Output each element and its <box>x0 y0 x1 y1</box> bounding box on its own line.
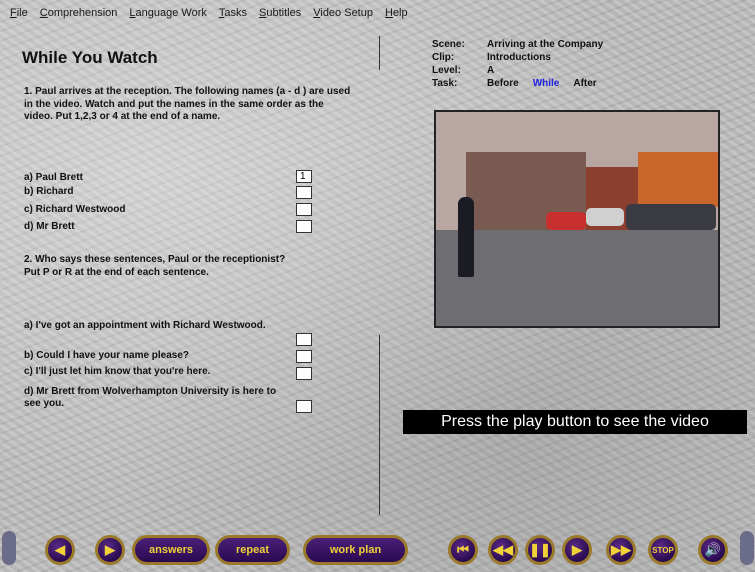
question-2-text: 2. Who says these sentences, Paul or the… <box>24 254 286 278</box>
task-while[interactable]: While <box>533 77 560 90</box>
video-scene-person <box>458 197 474 277</box>
arrow-left-icon[interactable]: ◀ <box>45 535 75 565</box>
q1-item-a: a) Paul Brett <box>24 172 83 183</box>
video-scene-container <box>638 152 718 207</box>
stop-icon[interactable]: STOP <box>648 535 678 565</box>
video-scene-car <box>626 204 716 230</box>
q1-answer-a[interactable]: 1 <box>296 170 312 183</box>
scene-label: Scene: <box>432 39 465 50</box>
q2-answer-d[interactable] <box>296 400 312 413</box>
q1-answer-c[interactable] <box>296 203 312 216</box>
clip-value: Introductions <box>487 52 551 63</box>
q1-answer-b[interactable] <box>296 186 312 199</box>
menu-tasks[interactable]: Tasks <box>219 7 247 19</box>
level-label: Level: <box>432 65 461 76</box>
q1-answer-d[interactable] <box>296 220 312 233</box>
arrow-right-icon[interactable]: ▶ <box>95 535 125 565</box>
q2-item-c: c) I'll just let him know that you're he… <box>24 366 211 377</box>
toolbar: ◀ ▶ answers repeat work plan ⏮ ◀◀ ❚❚ ▶ ▶… <box>0 525 755 572</box>
q1-item-c: c) Richard Westwood <box>24 204 126 215</box>
menu-subtitles[interactable]: Subtitles <box>259 7 301 19</box>
q2-answer-a[interactable] <box>296 333 312 346</box>
scene-value: Arriving at the Company <box>487 39 604 50</box>
skip-start-icon[interactable]: ⏮ <box>448 535 478 565</box>
q2-item-b: b) Could I have your name please? <box>24 350 190 361</box>
repeat-button[interactable]: repeat <box>215 535 290 565</box>
question-1-text: 1. Paul arrives at the reception. The fo… <box>24 86 351 122</box>
play-prompt: Press the play button to see the video <box>403 410 747 434</box>
menu-video-setup[interactable]: Video Setup <box>313 7 373 19</box>
video-scene-ground <box>436 229 718 326</box>
menu-comprehension[interactable]: Comprehension <box>40 7 118 19</box>
q1-item-d: d) Mr Brett <box>24 221 75 232</box>
menu-file[interactable]: File <box>10 7 28 19</box>
divider-top <box>379 36 380 70</box>
task-selector: Before While After <box>487 77 597 90</box>
work-plan-button[interactable]: work plan <box>303 535 408 565</box>
menu-help[interactable]: Help <box>385 7 408 19</box>
divider-bottom <box>379 335 380 515</box>
clip-label: Clip: <box>432 52 455 63</box>
q2-item-d: d) Mr Brett from Wolverhampton Universit… <box>24 386 277 409</box>
page-title: While You Watch <box>22 48 158 67</box>
q2-item-a: a) I've got an appointment with Richard … <box>24 320 266 331</box>
q2-answer-b[interactable] <box>296 350 312 363</box>
clip-info: Scene: Arriving at the Company Clip: Intro… <box>432 38 603 90</box>
q1-item-b: b) Richard <box>24 186 74 197</box>
level-value: A <box>487 65 495 76</box>
task-label: Task: <box>432 78 458 89</box>
answers-button[interactable]: answers <box>132 535 210 565</box>
menu-bar: File Comprehension Language Work Tasks S… <box>0 0 755 26</box>
video-scene-car <box>586 208 624 226</box>
video-scene-car <box>546 212 586 230</box>
menu-language-work[interactable]: Language Work <box>129 7 206 19</box>
toolbar-right-edge <box>740 531 754 565</box>
q2-answer-c[interactable] <box>296 367 312 380</box>
task-after[interactable]: After <box>573 77 596 90</box>
toolbar-left-edge <box>2 531 16 565</box>
fast-forward-icon[interactable]: ▶▶ <box>606 535 636 565</box>
volume-icon[interactable]: 🔊 <box>698 535 728 565</box>
rewind-icon[interactable]: ◀◀ <box>488 535 518 565</box>
pause-icon[interactable]: ❚❚ <box>525 535 555 565</box>
video-player[interactable] <box>434 110 720 328</box>
play-icon[interactable]: ▶ <box>562 535 592 565</box>
task-before[interactable]: Before <box>487 77 519 90</box>
